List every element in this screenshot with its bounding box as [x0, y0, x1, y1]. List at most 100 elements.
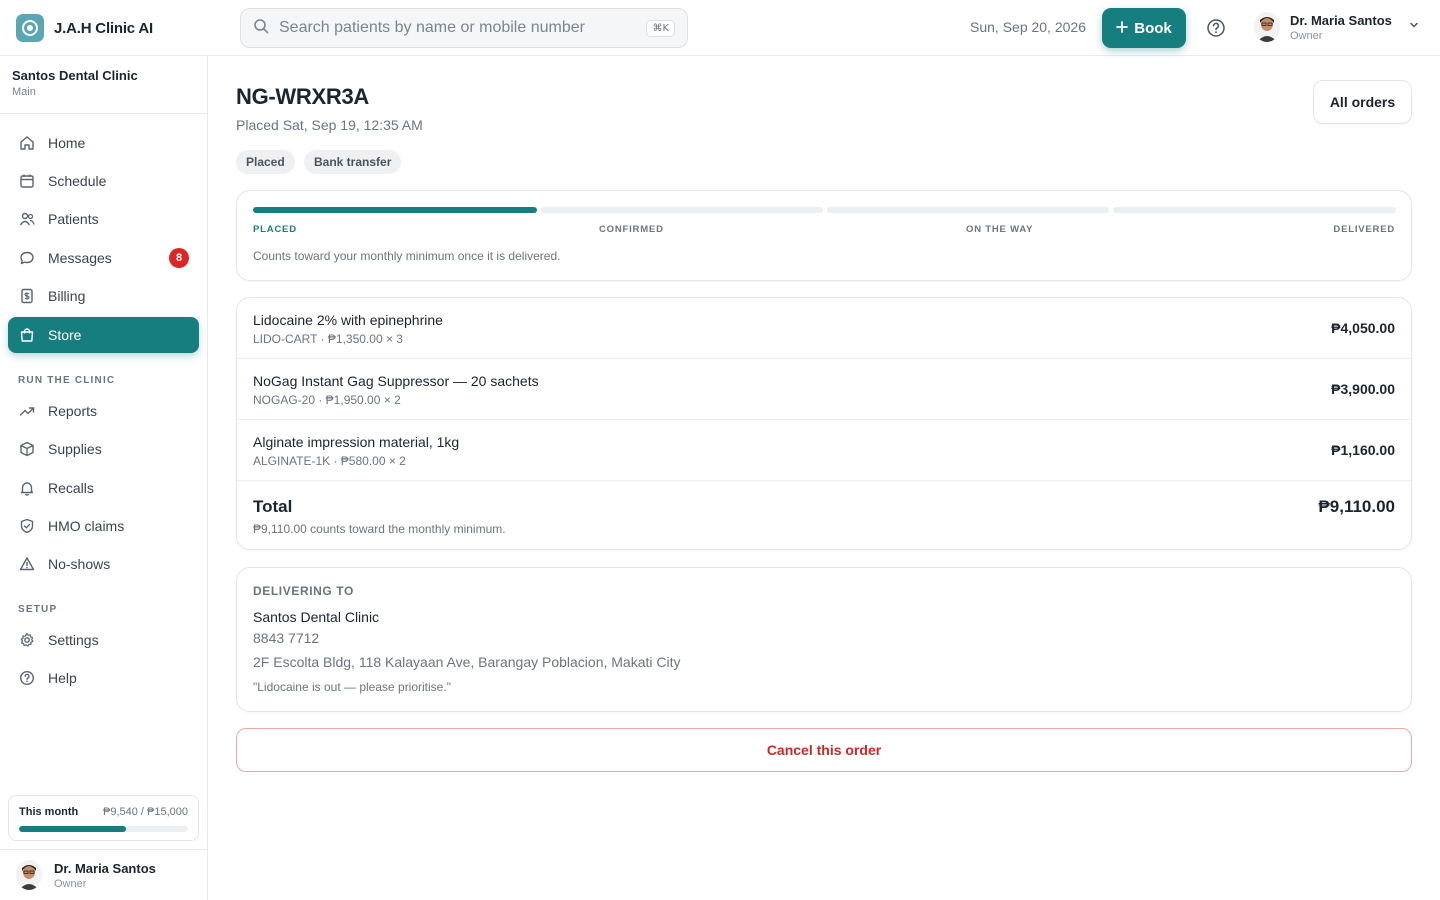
delivery-card: DELIVERING TO Santos Dental Clinic 8843 … — [236, 567, 1412, 712]
book-button[interactable]: Book — [1102, 8, 1186, 48]
order-items-card: Lidocaine 2% with epinephrine LIDO-CART … — [236, 297, 1412, 550]
item-name: NoGag Instant Gag Suppressor — 20 sachet… — [253, 373, 539, 389]
sidebar-user[interactable]: Dr. Maria Santos Owner — [0, 849, 207, 900]
sidebar-item-label: Settings — [48, 632, 99, 648]
delivery-label: DELIVERING TO — [253, 584, 354, 598]
logo-icon — [16, 14, 44, 42]
clinic-name: Santos Dental Clinic — [12, 68, 138, 83]
order-placed-at: Placed Sat, Sep 19, 12:35 AM — [236, 117, 423, 133]
plus-icon — [1116, 20, 1129, 37]
user-role: Owner — [1290, 29, 1323, 42]
sidebar-item-reports[interactable]: Reports — [8, 393, 199, 429]
message-icon — [18, 249, 36, 267]
status-chip: Placed — [236, 150, 295, 174]
sidebar-item-messages[interactable]: Messages 8 — [8, 240, 199, 276]
progress-segment-4 — [1113, 207, 1396, 213]
user-name: Dr. Maria Santos — [1290, 12, 1392, 28]
all-orders-button[interactable]: All orders — [1313, 80, 1412, 124]
unread-badge: 8 — [169, 248, 189, 268]
sidebar-item-recalls[interactable]: Recalls — [8, 470, 199, 506]
sidebar-item-help[interactable]: Help — [8, 660, 199, 696]
trend-icon — [18, 402, 36, 420]
month-progress-fill — [19, 826, 127, 832]
progress-segment-2 — [541, 207, 823, 213]
sidebar-item-label: Patients — [48, 211, 99, 227]
step-delivered: DELIVERED — [1333, 224, 1395, 235]
sidebar-item-label: Reports — [48, 403, 98, 419]
sidebar-item-no-shows[interactable]: No-shows — [8, 546, 199, 582]
month-progress-track — [19, 826, 188, 832]
cancel-order-button[interactable]: Cancel this order — [236, 728, 1412, 772]
sidebar-item-label: Schedule — [48, 173, 107, 189]
item-meta: LIDO-CART · ₱1,350.00 × 3 — [253, 332, 403, 346]
search-bar[interactable]: ⌘K — [240, 8, 688, 48]
user-menu[interactable]: Dr. Maria Santos Owner — [1254, 12, 1420, 42]
order-id: NG-WRXR3A — [236, 84, 369, 109]
shopping-bag-icon — [18, 326, 36, 344]
item-meta: ALGINATE-1K · ₱580.00 × 2 — [253, 454, 406, 468]
help-icon[interactable] — [1206, 18, 1226, 43]
sidebar-item-supplies[interactable]: Supplies — [8, 431, 199, 467]
sidebar-item-label: Billing — [48, 288, 86, 304]
sidebar-item-label: HMO claims — [48, 518, 125, 534]
monthly-minimum-widget: This month ₱9,540 / ₱15,000 — [8, 795, 199, 841]
step-on-the-way: ON THE WAY — [966, 224, 1034, 235]
payment-chip: Bank transfer — [304, 150, 402, 174]
sidebar-item-schedule[interactable]: Schedule — [8, 163, 199, 199]
progress-segment-1 — [253, 207, 537, 213]
total-label: Total — [253, 497, 293, 516]
brand[interactable]: J.A.H Clinic AI — [16, 14, 153, 42]
search-icon — [253, 18, 269, 39]
item-amount: ₱3,900.00 — [1331, 381, 1395, 397]
user-name: Dr. Maria Santos — [54, 860, 156, 876]
box-icon — [18, 440, 36, 458]
sidebar-item-billing[interactable]: Billing — [8, 278, 199, 314]
sidebar-item-home[interactable]: Home — [8, 125, 199, 161]
section-label-setup: SETUP — [18, 604, 58, 615]
progress-segment-3 — [827, 207, 1109, 213]
bell-icon — [18, 479, 36, 497]
sidebar-item-label: Recalls — [48, 480, 94, 496]
clinic-switcher[interactable]: Santos Dental Clinic Main — [0, 56, 207, 114]
item-amount: ₱4,050.00 — [1331, 320, 1395, 336]
app-name: J.A.H Clinic AI — [54, 19, 153, 37]
clinic-branch: Main — [12, 86, 36, 98]
progress-note: Counts toward your monthly minimum once … — [253, 249, 561, 263]
month-value: ₱9,540 / ₱15,000 — [102, 806, 188, 818]
calendar-icon — [18, 172, 36, 190]
sidebar-item-label: Supplies — [48, 441, 102, 457]
users-icon — [18, 210, 36, 228]
delivery-phone: 8843 7712 — [253, 630, 320, 646]
top-bar: J.A.H Clinic AI ⌘K Sun, Sep 20, 2026 Boo… — [0, 0, 1440, 56]
warning-icon — [18, 555, 36, 573]
avatar — [16, 860, 42, 890]
sidebar-item-label: No-shows — [48, 556, 111, 572]
item-name: Alginate impression material, 1kg — [253, 434, 460, 450]
item-name: Lidocaine 2% with epinephrine — [253, 312, 443, 328]
sidebar-item-hmo-claims[interactable]: HMO claims — [8, 508, 199, 544]
book-label: Book — [1134, 19, 1172, 37]
sidebar-item-label: Home — [48, 135, 86, 151]
delivery-note: "Lidocaine is out — please prioritise." — [253, 680, 451, 694]
order-line-item: Alginate impression material, 1kg ALGINA… — [237, 420, 1411, 481]
month-label: This month — [19, 806, 79, 818]
item-amount: ₱1,160.00 — [1331, 442, 1395, 458]
item-meta: NOGAG-20 · ₱1,950.00 × 2 — [253, 393, 401, 407]
avatar — [1254, 12, 1280, 42]
home-icon — [18, 134, 36, 152]
sidebar-item-patients[interactable]: Patients — [8, 201, 199, 237]
user-role: Owner — [54, 877, 87, 890]
sidebar-item-store[interactable]: Store — [8, 317, 199, 353]
order-line-item: NoGag Instant Gag Suppressor — 20 sachet… — [237, 359, 1411, 420]
sidebar: Santos Dental Clinic Main Home Schedule … — [0, 56, 208, 900]
sidebar-item-settings[interactable]: Settings — [8, 622, 199, 658]
help-icon — [18, 669, 36, 687]
shield-icon — [18, 517, 36, 535]
total-note: ₱9,110.00 counts toward the monthly mini… — [253, 522, 506, 536]
delivery-address: 2F Escolta Bldg, 118 Kalayaan Ave, Baran… — [253, 654, 681, 670]
receipt-icon — [18, 287, 36, 305]
total-amount: ₱9,110.00 — [1318, 497, 1395, 516]
chevron-down-icon — [1408, 18, 1420, 36]
search-input[interactable] — [279, 19, 647, 37]
sidebar-item-label: Store — [48, 327, 82, 343]
